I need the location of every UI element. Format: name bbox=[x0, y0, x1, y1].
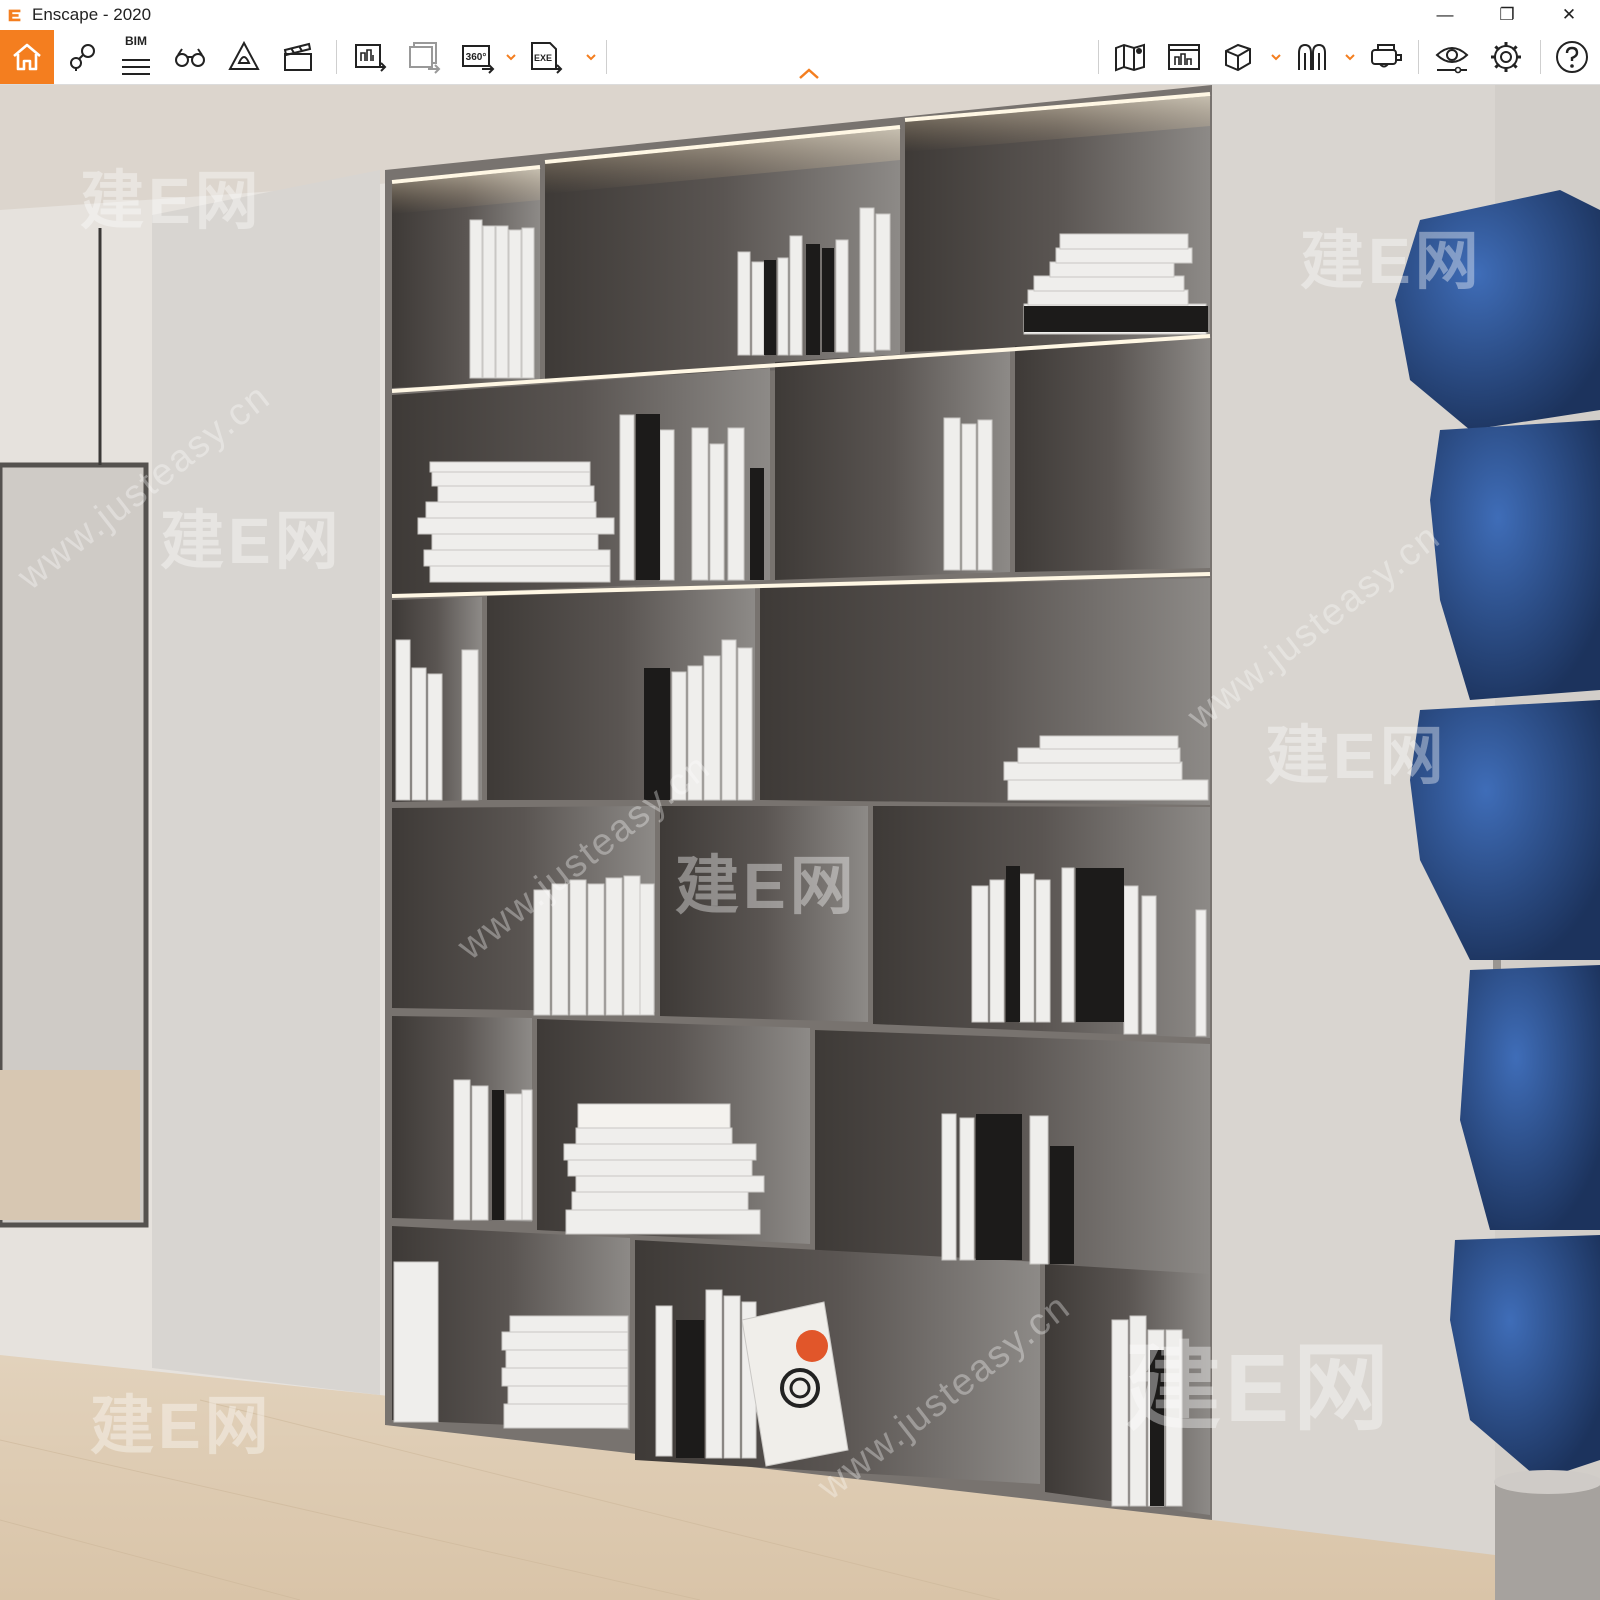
asset-library-icon bbox=[228, 40, 260, 70]
asset-library-button[interactable] bbox=[222, 36, 266, 78]
render-export-icon bbox=[355, 44, 387, 72]
collapse-toolbar-caret-icon[interactable] bbox=[798, 68, 820, 80]
map-button[interactable] bbox=[1108, 36, 1152, 78]
binoculars-button[interactable] bbox=[168, 36, 212, 78]
bookshelf-scene bbox=[0, 85, 1600, 1600]
video-editor-button[interactable] bbox=[276, 36, 320, 78]
batch-render-button[interactable] bbox=[402, 36, 446, 78]
toolbar-separator bbox=[1098, 40, 1099, 74]
toolbar-separator bbox=[1540, 40, 1541, 74]
view-management-button[interactable] bbox=[60, 36, 104, 78]
title-bar: Enscape - 2020 — ❐ ✕ bbox=[0, 0, 1600, 30]
panorama-button[interactable]: 360° bbox=[456, 36, 500, 78]
bim-info-icon bbox=[122, 59, 150, 75]
exe-export-button[interactable]: EXE bbox=[524, 36, 568, 78]
people-button[interactable] bbox=[1290, 36, 1334, 78]
exe-export-icon: EXE bbox=[531, 42, 563, 74]
vr-headset-button[interactable] bbox=[1364, 36, 1408, 78]
render-viewport[interactable]: 建E网 建E网 建E网 建E网 建E网 建E网 建E网 www.justeasy… bbox=[0, 85, 1600, 1600]
enscape-logo-icon bbox=[8, 9, 21, 22]
video-editor-icon bbox=[283, 42, 312, 71]
render-export-button[interactable] bbox=[348, 36, 392, 78]
cube-dropdown-caret-icon[interactable] bbox=[1270, 52, 1282, 62]
view-management-icon bbox=[70, 44, 95, 71]
cube-view-button[interactable] bbox=[1216, 36, 1260, 78]
minimize-button[interactable]: — bbox=[1414, 0, 1476, 30]
people-dropdown-caret-icon[interactable] bbox=[1344, 52, 1356, 62]
settings-gear-icon bbox=[1491, 42, 1521, 72]
exe-label: EXE bbox=[534, 53, 552, 63]
close-button[interactable]: ✕ bbox=[1538, 0, 1600, 30]
window-controls: — ❐ ✕ bbox=[1414, 0, 1600, 30]
exe-dropdown-caret-icon[interactable] bbox=[585, 52, 597, 62]
map-icon bbox=[1115, 43, 1145, 72]
home-button[interactable] bbox=[0, 30, 54, 84]
toolbar-separator bbox=[336, 40, 337, 74]
batch-render-icon bbox=[409, 42, 441, 74]
settings-button[interactable] bbox=[1484, 36, 1528, 78]
home-icon bbox=[13, 43, 41, 71]
cube-view-icon bbox=[1225, 43, 1251, 72]
visual-settings-icon bbox=[1435, 47, 1469, 74]
help-button[interactable] bbox=[1550, 36, 1594, 78]
minimap-icon bbox=[1168, 44, 1200, 70]
bim-label: BIM bbox=[125, 34, 147, 48]
panorama-dropdown-caret-icon[interactable] bbox=[505, 52, 517, 62]
panorama-label: 360° bbox=[466, 52, 487, 63]
vr-headset-icon bbox=[1371, 44, 1402, 68]
toolbar-separator bbox=[606, 40, 607, 74]
visual-settings-button[interactable] bbox=[1430, 36, 1474, 78]
window-title: Enscape - 2020 bbox=[32, 5, 152, 24]
minimap-button[interactable] bbox=[1162, 36, 1206, 78]
people-icon bbox=[1298, 43, 1326, 70]
help-icon bbox=[1556, 41, 1588, 73]
toolbar-separator bbox=[1418, 40, 1419, 74]
binoculars-icon bbox=[175, 48, 205, 67]
bim-button[interactable]: BIM bbox=[114, 34, 158, 78]
restore-button[interactable]: ❐ bbox=[1476, 0, 1538, 30]
panorama-360-icon: 360° bbox=[462, 45, 495, 74]
